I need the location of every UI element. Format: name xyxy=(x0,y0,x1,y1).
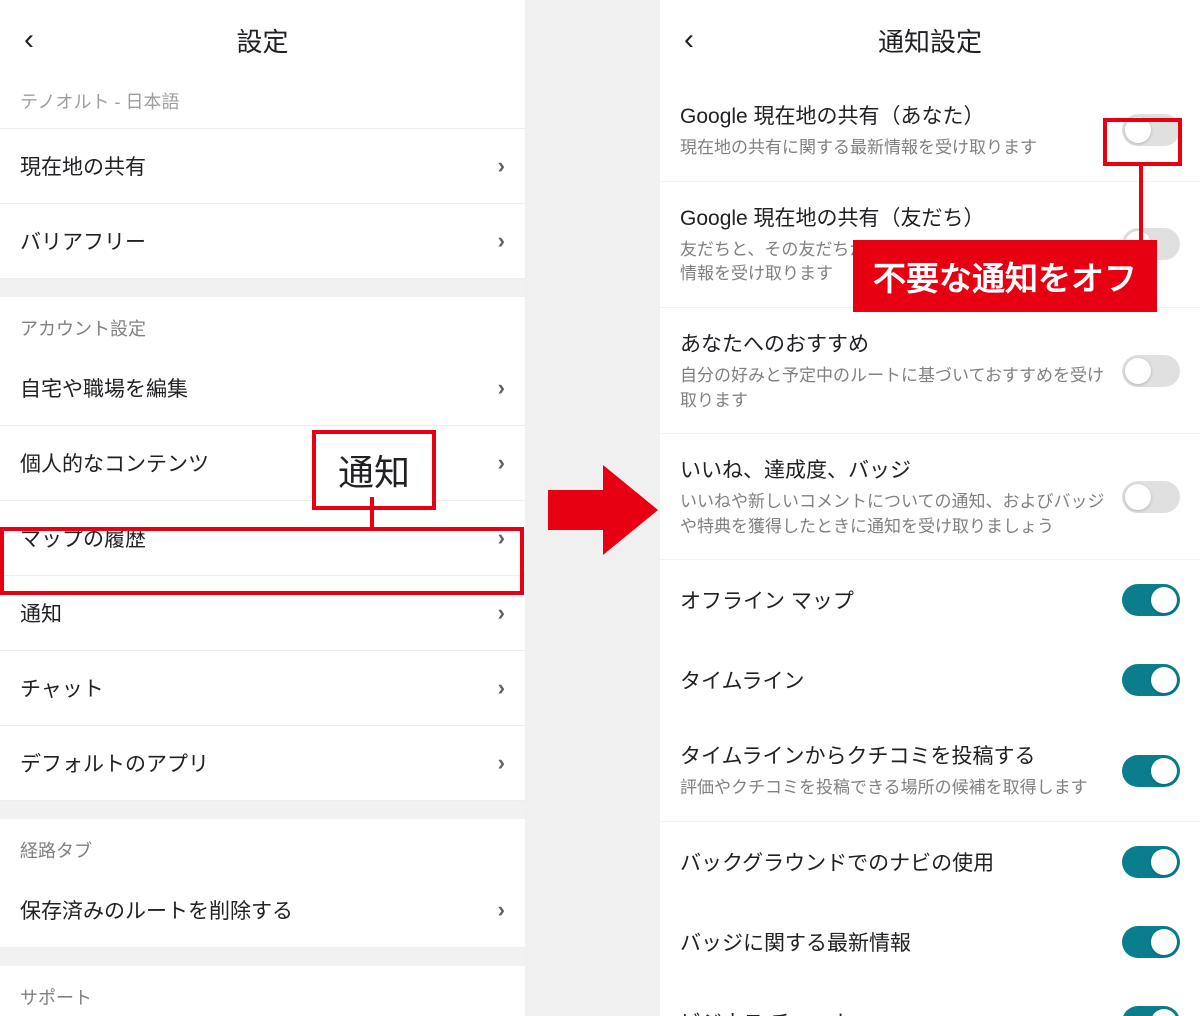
row-location-sharing[interactable]: 現在地の共有 › xyxy=(0,129,525,204)
toggle[interactable] xyxy=(1122,846,1180,878)
row-title: タイムライン xyxy=(680,665,805,695)
chevron-right-icon: › xyxy=(498,897,505,923)
row-text: タイムラインからクチコミを投稿する評価やクチコミを投稿できる場所の候補を取得しま… xyxy=(680,740,1122,801)
arrow-icon xyxy=(548,460,658,560)
notification-row[interactable]: Google 現在地の共有（あなた） 現在地の共有に関する最新情報を受け取ります xyxy=(660,80,1200,182)
row-default-language[interactable]: テノオルト - 日本語 xyxy=(0,80,525,129)
row-text: Google 現在地の共有（あなた） 現在地の共有に関する最新情報を受け取ります xyxy=(680,100,1122,161)
notification-row[interactable]: あなたへのおすすめ自分の好みと予定中のルートに基づいておすすめを受け取ります xyxy=(660,308,1200,434)
section-header-support: サポート xyxy=(0,966,525,1016)
row-notifications[interactable]: 通知 › xyxy=(0,576,525,651)
section-header-account: アカウント設定 xyxy=(0,297,525,351)
notification-row[interactable]: ビジネス チャット xyxy=(660,982,1200,1016)
annotation-banner: 不要な通知をオフ xyxy=(853,240,1157,312)
divider xyxy=(0,948,525,966)
row-text: オフライン マップ xyxy=(680,585,854,615)
page-title: 通知設定 xyxy=(878,22,982,59)
row-chat[interactable]: チャット › xyxy=(0,651,525,726)
row-accessibility[interactable]: バリアフリー › xyxy=(0,204,525,279)
row-label: チャット xyxy=(20,673,104,703)
header: ‹ 通知設定 xyxy=(660,0,1200,80)
section-header-route: 経路タブ xyxy=(0,819,525,873)
row-label: バリアフリー xyxy=(20,226,146,256)
notification-settings-screen: ‹ 通知設定 Google 現在地の共有（あなた） 現在地の共有に関する最新情報を… xyxy=(660,0,1200,1016)
chevron-right-icon: › xyxy=(498,153,505,179)
row-title: ビジネス チャット xyxy=(680,1007,854,1016)
row-label: マップの履歴 xyxy=(20,523,146,553)
row-text: タイムライン xyxy=(680,665,805,695)
row-title: いいね、達成度、バッジ xyxy=(680,454,1108,484)
annotation-line xyxy=(370,497,374,531)
row-label: デフォルトのアプリ xyxy=(20,748,209,778)
row-title: バッジに関する最新情報 xyxy=(680,927,911,957)
notification-row[interactable]: いいね、達成度、バッジいいねや新しいコメントについての通知、およびバッジや特典を… xyxy=(660,434,1200,560)
row-subtitle: いいねや新しいコメントについての通知、およびバッジや特典を獲得したときに通知を受… xyxy=(680,490,1108,539)
row-edit-home-work[interactable]: 自宅や職場を編集 › xyxy=(0,351,525,426)
back-icon[interactable]: ‹ xyxy=(16,19,42,61)
row-personal-content[interactable]: 個人的なコンテンツ › xyxy=(0,426,525,501)
annotation-line xyxy=(1139,164,1143,244)
header: ‹ 設定 xyxy=(0,0,525,80)
back-icon[interactable]: ‹ xyxy=(676,19,702,61)
row-label: 保存済みのルートを削除する xyxy=(20,895,293,925)
annotation-callout-notif: 通知 xyxy=(312,430,436,510)
notification-row[interactable]: タイムライン xyxy=(660,640,1200,720)
chevron-right-icon: › xyxy=(498,525,505,551)
chevron-right-icon: › xyxy=(498,750,505,776)
notification-row[interactable]: オフライン マップ xyxy=(660,560,1200,640)
toggle[interactable] xyxy=(1122,664,1180,696)
row-maps-history[interactable]: マップの履歴 › xyxy=(0,501,525,576)
chevron-right-icon: › xyxy=(498,228,505,254)
toggle[interactable] xyxy=(1122,1006,1180,1016)
row-label: 通知 xyxy=(20,598,62,628)
row-default-apps[interactable]: デフォルトのアプリ › xyxy=(0,726,525,801)
toggle[interactable] xyxy=(1122,926,1180,958)
notification-row[interactable]: バッジに関する最新情報 xyxy=(660,902,1200,982)
toggle[interactable] xyxy=(1122,755,1180,787)
row-label: 現在地の共有 xyxy=(20,151,146,181)
page-title: 設定 xyxy=(236,22,288,59)
row-label: 個人的なコンテンツ xyxy=(20,448,209,478)
notification-row[interactable]: バックグラウンドでのナビの使用 xyxy=(660,822,1200,902)
toggle[interactable] xyxy=(1122,584,1180,616)
toggle[interactable] xyxy=(1122,114,1180,146)
row-title: タイムラインからクチコミを投稿する xyxy=(680,740,1108,770)
row-subtitle: 評価やクチコミを投稿できる場所の候補を取得します xyxy=(680,776,1108,801)
toggle[interactable] xyxy=(1122,355,1180,387)
row-delete-saved-routes[interactable]: 保存済みのルートを削除する › xyxy=(0,873,525,948)
row-text: バックグラウンドでのナビの使用 xyxy=(680,847,994,877)
row-text: ビジネス チャット xyxy=(680,1007,854,1016)
chevron-right-icon: › xyxy=(498,450,505,476)
settings-screen: ‹ 設定 テノオルト - 日本語 現在地の共有 › バリアフリー › アカウント… xyxy=(0,0,525,1016)
row-label: 自宅や職場を編集 xyxy=(20,373,188,403)
divider xyxy=(0,801,525,819)
row-subtitle: 現在地の共有に関する最新情報を受け取ります xyxy=(680,136,1108,161)
row-title: Google 現在地の共有（友だち） xyxy=(680,202,1108,232)
row-subtitle: 自分の好みと予定中のルートに基づいておすすめを受け取ります xyxy=(680,364,1108,413)
row-title: バックグラウンドでのナビの使用 xyxy=(680,847,994,877)
row-text: いいね、達成度、バッジいいねや新しいコメントについての通知、およびバッジや特典を… xyxy=(680,454,1122,539)
row-text: あなたへのおすすめ自分の好みと予定中のルートに基づいておすすめを受け取ります xyxy=(680,328,1122,413)
divider xyxy=(0,279,525,297)
chevron-right-icon: › xyxy=(498,375,505,401)
row-title: オフライン マップ xyxy=(680,585,854,615)
row-text: バッジに関する最新情報 xyxy=(680,927,911,957)
row-title: Google 現在地の共有（あなた） xyxy=(680,100,1108,130)
row-title: あなたへのおすすめ xyxy=(680,328,1108,358)
chevron-right-icon: › xyxy=(498,675,505,701)
chevron-right-icon: › xyxy=(498,600,505,626)
toggle[interactable] xyxy=(1122,481,1180,513)
notification-row[interactable]: タイムラインからクチコミを投稿する評価やクチコミを投稿できる場所の候補を取得しま… xyxy=(660,720,1200,822)
